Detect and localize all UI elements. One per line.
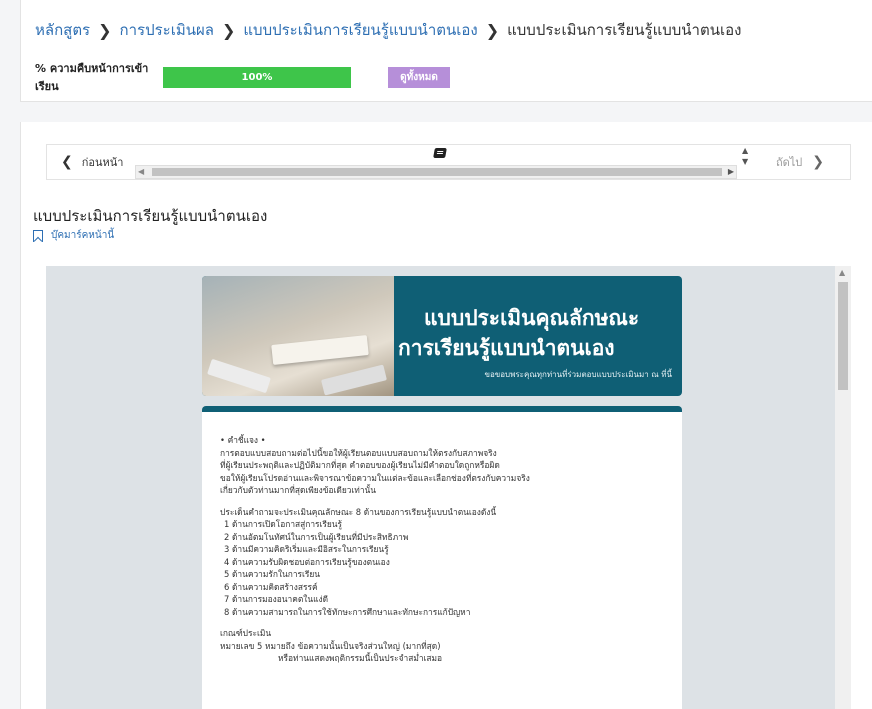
keyboard-image xyxy=(207,358,271,394)
chevron-left-icon: ❮ xyxy=(61,154,73,170)
intro-line: การตอบแบบสอบถามต่อไปนี้ขอให้ผู้เรียนตอบแ… xyxy=(220,447,497,458)
breadcrumb-item-current: แบบประเมินการเรียนรู้แบบนำตนเอง xyxy=(507,21,742,39)
form-header-banner: แบบประเมินคุณลักษณะ การเรียนรู้แบบนำตนเอ… xyxy=(202,276,682,396)
aspects-heading: ประเด็นคำถามจะประเมินคุณลักษณะ 8 ด้านของ… xyxy=(220,506,497,517)
chevron-right-icon: ❯ xyxy=(812,154,825,170)
progress-bar: 100% xyxy=(163,66,351,88)
aspect-item: 2 ด้านอัตมโนทัศน์ในการเป็นผู้เรียนที่มีป… xyxy=(224,531,409,542)
criteria-heading: เกณฑ์ประเมิน xyxy=(220,628,272,638)
progress-label: % ความคืบหน้าการเข้าเรียน xyxy=(35,62,149,93)
breadcrumb-item-section[interactable]: แบบประเมินการเรียนรู้แบบนำตนเอง xyxy=(243,18,477,42)
criteria-line: หมายเลข 5 หมายถึง ข้อความนั้นเป็นจริงส่ว… xyxy=(220,640,441,651)
scroll-left-arrow-icon[interactable]: ◀ xyxy=(138,167,144,176)
intro-line: เกี่ยวกับตัวท่านมากที่สุดเพียงข้อเดียวเท… xyxy=(220,485,376,495)
breadcrumb: หลักสูตร ❯ การประเมินผล ❯ แบบประเมินการเ… xyxy=(35,18,741,42)
desk-photo-image xyxy=(202,276,394,396)
lesson-navigation-bar: ❮ ก่อนหน้า ◀ ▶ ▲ ▼ ถัดไป ❯ xyxy=(46,144,851,180)
chevron-right-icon: ❯ xyxy=(485,20,500,40)
aspect-item: 4 ด้านความรับผิดชอบต่อการเรียนรู้ของตนเอ… xyxy=(224,556,390,567)
scroll-right-arrow-icon[interactable]: ▶ xyxy=(728,167,734,176)
intro-heading: • คำชี้แจง • xyxy=(220,435,266,445)
embedded-form-viewer[interactable]: แบบประเมินคุณลักษณะ การเรียนรู้แบบนำตนเอ… xyxy=(46,266,851,709)
next-button[interactable]: ถัดไป ❯ xyxy=(750,145,850,179)
progress-row: % ความคืบหน้าการเข้าเรียน 100% ดูทั้งหมด xyxy=(35,59,450,95)
breadcrumb-item-assessment[interactable]: การประเมินผล xyxy=(120,18,214,42)
previous-button[interactable]: ❮ ก่อนหน้า xyxy=(47,145,135,179)
aspect-item: 1 ด้านการเปิดโอกาสสู่การเรียนรู้ xyxy=(224,519,343,529)
intro-line: ขอให้ผู้เรียนโปรดอ่านและพิจารณาข้อความใน… xyxy=(220,472,530,483)
progress-text: 100% xyxy=(241,71,273,83)
aspect-item: 3 ด้านมีความคิดริเริ่มและมีอิสระในการเรี… xyxy=(224,544,389,554)
open-book-image xyxy=(271,335,369,365)
aspect-item: 5 ด้านความรักในการเรียน xyxy=(224,569,321,579)
criteria-line: หรือท่านแสดงพฤติกรรมนี้เป็นประจำสม่ำเสมอ xyxy=(278,653,443,663)
lesson-list-scroller: ◀ ▶ ▲ ▼ xyxy=(135,145,752,179)
chevron-right-icon: ❯ xyxy=(98,20,112,40)
horizontal-scrollbar-thumb[interactable] xyxy=(152,168,722,176)
horizontal-scrollbar[interactable]: ◀ ▶ xyxy=(135,165,737,179)
form-vertical-scrollbar[interactable]: ▲ xyxy=(835,266,851,709)
breadcrumb-item-courses[interactable]: หลักสูตร xyxy=(35,18,90,42)
page-title: แบบประเมินการเรียนรู้แบบนำตนเอง xyxy=(33,207,268,225)
lesson-content-card: ❮ ก่อนหน้า ◀ ▶ ▲ ▼ ถัดไป ❯ แบบประเมินการ… xyxy=(20,122,872,709)
course-header-card: หลักสูตร ❯ การประเมินผล ❯ แบบประเมินการเ… xyxy=(20,0,872,102)
bookmark-link[interactable]: บุ๊คมาร์คหน้านี้ xyxy=(33,228,114,243)
view-all-button[interactable]: ดูทั้งหมด xyxy=(388,66,450,88)
aspect-item: 6 ด้านความคิดสร้างสรรค์ xyxy=(224,581,318,592)
keyboard-image xyxy=(321,364,387,396)
form-title-line2: การเรียนรู้แบบนำตนเอง xyxy=(398,336,615,360)
intro-line: ที่ผู้เรียนประพฤติและปฏิบัติมากที่สุด คำ… xyxy=(220,460,500,470)
bookmark-label: บุ๊คมาร์คหน้านี้ xyxy=(51,230,115,241)
scroll-down-arrow-icon[interactable]: ▼ xyxy=(742,157,748,166)
form-title-line1: แบบประเมินคุณลักษณะ xyxy=(424,306,640,330)
form-scrollbar-thumb[interactable] xyxy=(838,282,848,390)
book-icon[interactable] xyxy=(433,148,447,158)
scroll-up-arrow-icon[interactable]: ▲ xyxy=(839,268,845,277)
next-label: ถัดไป xyxy=(775,156,803,169)
bookmark-icon xyxy=(33,229,43,242)
scroll-up-arrow-icon[interactable]: ▲ xyxy=(742,146,748,155)
form-subtitle: ขอขอบพระคุณทุกท่านที่ร่วมตอบแบบประเมินมา… xyxy=(484,370,672,379)
form-description-card: • คำชี้แจง • การตอบแบบสอบถามต่อไปนี้ขอให… xyxy=(202,406,682,709)
previous-label: ก่อนหน้า xyxy=(81,156,124,169)
chevron-right-icon: ❯ xyxy=(221,20,236,40)
aspect-item: 8 ด้านความสามารถในการใช้ทักษะการศึกษาและ… xyxy=(224,606,471,617)
aspect-item: 7 ด้านการมองอนาคตในแง่ดี xyxy=(224,594,329,604)
